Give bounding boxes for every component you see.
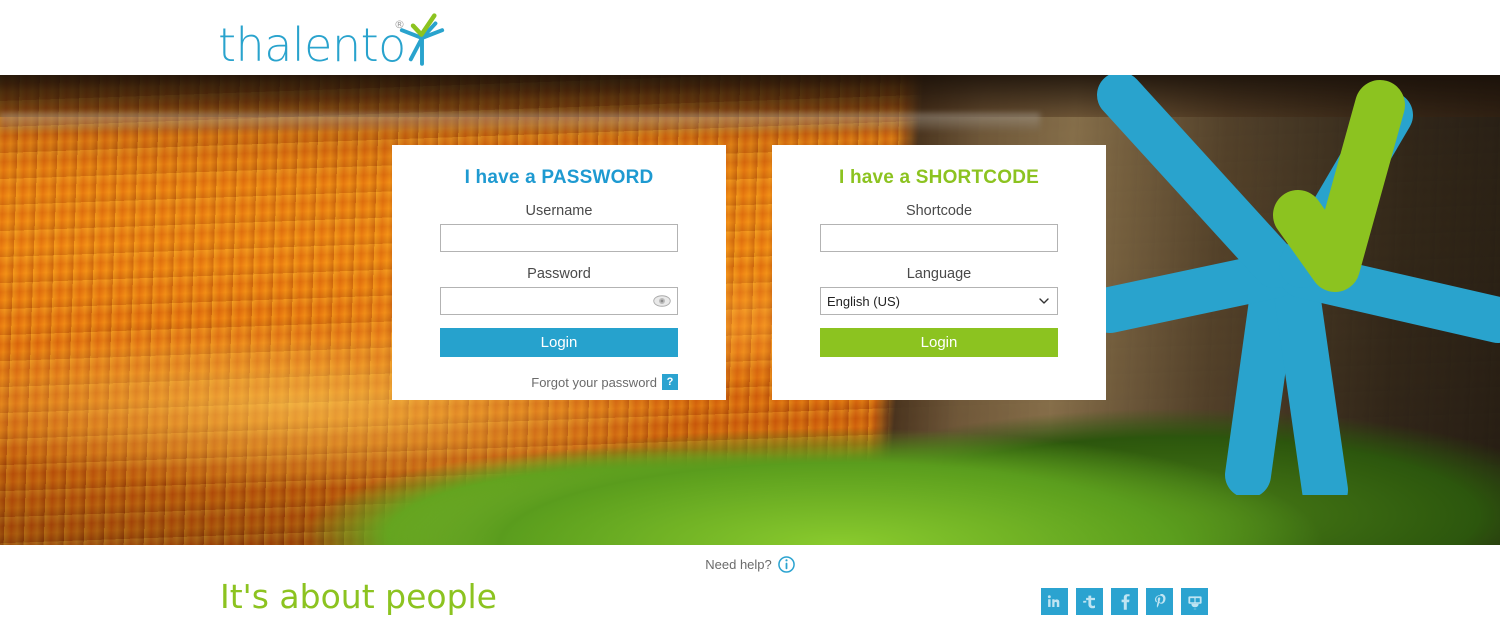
logo-wordmark: thalento: [218, 18, 406, 72]
password-login-button[interactable]: Login: [440, 328, 678, 357]
forgot-password-link[interactable]: Forgot your password: [531, 375, 657, 390]
need-help-container: Need help?: [0, 556, 1500, 573]
username-label: Username: [525, 203, 593, 219]
linkedin-icon[interactable]: [1041, 588, 1068, 615]
tagline: It's about people: [220, 577, 497, 616]
username-input[interactable]: [440, 224, 678, 252]
facebook-icon[interactable]: [1111, 588, 1138, 615]
eye-icon[interactable]: [653, 295, 671, 307]
language-label: Language: [906, 266, 972, 282]
password-label: Password: [527, 266, 591, 282]
shortcode-input[interactable]: [820, 224, 1058, 252]
language-select[interactable]: English (US): [820, 287, 1058, 315]
password-panel-title: I have a PASSWORD: [464, 167, 654, 188]
social-links: [1041, 588, 1208, 615]
slideshare-icon[interactable]: [1181, 588, 1208, 615]
question-mark-icon[interactable]: ?: [662, 374, 678, 390]
hero-haze-band: [0, 113, 1040, 131]
shortcode-login-panel: I have a SHORTCODE Shortcode Language En…: [772, 145, 1106, 400]
shortcode-panel-title: I have a SHORTCODE: [839, 167, 1039, 188]
language-select-wrapper: English (US): [820, 287, 1058, 315]
page-footer: Need help? It's about people: [0, 545, 1500, 644]
twitter-icon[interactable]: [1076, 588, 1103, 615]
forgot-password-row: Forgot your password ?: [531, 374, 678, 390]
thalento-star-watermark-icon: [1087, 75, 1500, 495]
pinterest-icon[interactable]: [1146, 588, 1173, 615]
info-icon[interactable]: [777, 556, 795, 573]
password-field-wrapper: [440, 287, 678, 315]
need-help-link[interactable]: Need help?: [705, 556, 795, 573]
thalento-logo[interactable]: thalento ®: [218, 10, 448, 72]
password-input[interactable]: [440, 287, 678, 315]
thalento-star-icon: [399, 13, 445, 66]
need-help-label: Need help?: [705, 557, 772, 572]
page-header: thalento ®: [0, 0, 1500, 75]
shortcode-label: Shortcode: [905, 203, 973, 219]
hero-banner: I have a PASSWORD Username Password Logi…: [0, 75, 1500, 545]
password-login-panel: I have a PASSWORD Username Password Logi…: [392, 145, 726, 400]
shortcode-login-button[interactable]: Login: [820, 328, 1058, 357]
